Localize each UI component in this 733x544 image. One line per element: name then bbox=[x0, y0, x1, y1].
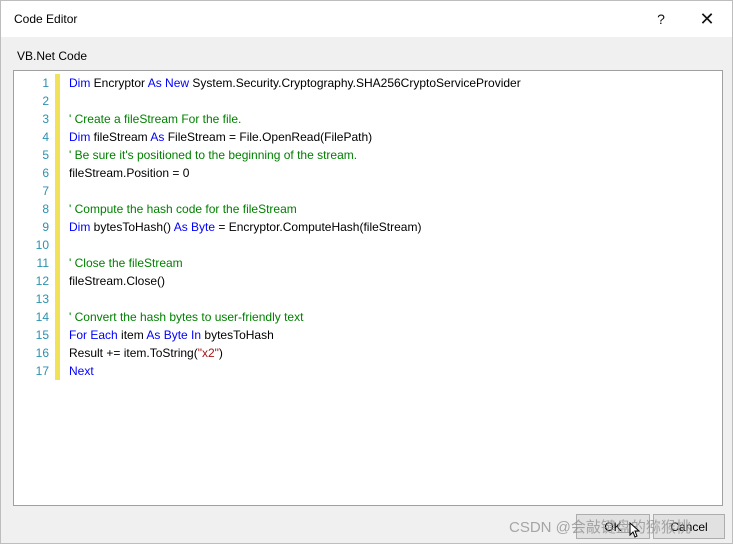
code-text: Next bbox=[69, 362, 94, 380]
mouse-pointer-icon bbox=[629, 522, 641, 538]
comment-token: ' Create a fileStream For the file. bbox=[69, 112, 242, 126]
cancel-button[interactable]: Cancel bbox=[653, 514, 725, 539]
line-number: 1 bbox=[42, 76, 49, 90]
line-number: 14 bbox=[35, 310, 49, 324]
text-token: bytesToHash bbox=[201, 328, 274, 342]
keyword-token: Dim bbox=[69, 130, 91, 144]
code-line: 14 ' Convert the hash bytes to user-frien… bbox=[14, 308, 722, 326]
code-line: 16 Result += item.ToString("x2") bbox=[14, 344, 722, 362]
code-text: ' Compute the hash code for the fileStre… bbox=[69, 200, 297, 218]
code-line: 2 bbox=[14, 92, 722, 110]
comment-token: ' Be sure it's positioned to the beginni… bbox=[69, 148, 358, 162]
text-token: fileStream bbox=[90, 130, 151, 144]
text-token: FileStream = File.OpenRead(FilePath) bbox=[164, 130, 373, 144]
code-line: 4 Dim fileStream As FileStream = File.Ope… bbox=[14, 128, 722, 146]
text-token: item bbox=[117, 328, 147, 342]
text-token: Result += item.ToString( bbox=[69, 346, 198, 360]
window-title: Code Editor bbox=[14, 12, 78, 26]
comment-token: ' Close the fileStream bbox=[69, 256, 183, 270]
code-line: 6 fileStream.Position = 0 bbox=[14, 164, 722, 182]
line-number: 2 bbox=[42, 94, 49, 108]
line-number: 15 bbox=[35, 328, 49, 342]
code-lines: 1 Dim Encryptor As New System.Security.Cr… bbox=[14, 74, 722, 380]
code-language-label: VB.Net Code bbox=[17, 49, 88, 63]
close-button[interactable]: ✕ bbox=[685, 3, 729, 35]
keyword-token: Dim bbox=[69, 220, 91, 234]
line-number: 3 bbox=[42, 112, 49, 126]
line-number: 4 bbox=[42, 130, 49, 144]
code-line: 17 Next bbox=[14, 362, 722, 380]
text-token: = Encryptor.ComputeHash(fileStream) bbox=[215, 220, 422, 234]
text-token: fileStream.Position = 0 bbox=[69, 166, 190, 180]
text-token: ) bbox=[218, 346, 223, 360]
code-text: Dim bytesToHash() As Byte = Encryptor.Co… bbox=[69, 218, 421, 236]
code-text: Dim Encryptor As New System.Security.Cry… bbox=[69, 74, 521, 92]
code-text: Result += item.ToString("x2") bbox=[69, 344, 223, 362]
text-token: System.Security.Cryptography.SHA256Crypt… bbox=[189, 76, 521, 90]
line-number: 8 bbox=[42, 202, 49, 216]
code-line: 7 bbox=[14, 182, 722, 200]
text-token: Encryptor bbox=[90, 76, 148, 90]
code-line: 10 bbox=[14, 236, 722, 254]
code-line: 11 ' Close the fileStream bbox=[14, 254, 722, 272]
line-number: 7 bbox=[42, 184, 49, 198]
code-line: 13 bbox=[14, 290, 722, 308]
keyword-token: As Byte In bbox=[146, 328, 202, 342]
line-number: 16 bbox=[35, 346, 49, 360]
keyword-token: As Byte bbox=[173, 220, 216, 234]
code-text: ' Create a fileStream For the file. bbox=[69, 110, 241, 128]
code-text: fileStream.Close() bbox=[69, 272, 165, 290]
code-editor-dialog: Code Editor ? ✕ VB.Net Code 1 Dim Encrypt… bbox=[0, 0, 733, 544]
keyword-token: As bbox=[150, 130, 165, 144]
line-number: 11 bbox=[36, 256, 49, 270]
line-number: 13 bbox=[35, 292, 49, 306]
code-editor-area[interactable]: 1 Dim Encryptor As New System.Security.Cr… bbox=[13, 70, 723, 506]
line-number: 9 bbox=[42, 220, 49, 234]
code-text: ' Convert the hash bytes to user-friendl… bbox=[69, 308, 303, 326]
code-line: 3 ' Create a fileStream For the file. bbox=[14, 110, 722, 128]
text-token: fileStream.Close() bbox=[69, 274, 166, 288]
title-bar: Code Editor ? ✕ bbox=[1, 1, 732, 37]
line-number: 12 bbox=[35, 274, 49, 288]
keyword-token: For Each bbox=[69, 328, 118, 342]
code-text: ' Close the fileStream bbox=[69, 254, 183, 272]
line-number: 17 bbox=[35, 364, 49, 378]
code-line: 15 For Each item As Byte In bytesToHash bbox=[14, 326, 722, 344]
comment-token: ' Compute the hash code for the fileStre… bbox=[69, 202, 297, 216]
line-number: 10 bbox=[35, 238, 49, 252]
code-line: 12 fileStream.Close() bbox=[14, 272, 722, 290]
code-line: 9 Dim bytesToHash() As Byte = Encryptor.C… bbox=[14, 218, 722, 236]
code-text: Dim fileStream As FileStream = File.Open… bbox=[69, 128, 372, 146]
line-number: 5 bbox=[42, 148, 49, 162]
help-button[interactable]: ? bbox=[639, 3, 683, 35]
line-number: 6 bbox=[42, 166, 49, 180]
keyword-token: As New bbox=[147, 76, 190, 90]
keyword-token: Dim bbox=[69, 76, 91, 90]
code-text: For Each item As Byte In bytesToHash bbox=[69, 326, 274, 344]
code-text: ' Be sure it's positioned to the beginni… bbox=[69, 146, 357, 164]
text-token: bytesToHash() bbox=[90, 220, 174, 234]
code-line: 1 Dim Encryptor As New System.Security.Cr… bbox=[14, 74, 722, 92]
string-token: "x2" bbox=[197, 346, 219, 360]
comment-token: ' Convert the hash bytes to user-friendl… bbox=[69, 310, 304, 324]
code-line: 8 ' Compute the hash code for the fileStr… bbox=[14, 200, 722, 218]
keyword-token: Next bbox=[69, 364, 94, 378]
code-line: 5 ' Be sure it's positioned to the beginn… bbox=[14, 146, 722, 164]
code-text: fileStream.Position = 0 bbox=[69, 164, 189, 182]
